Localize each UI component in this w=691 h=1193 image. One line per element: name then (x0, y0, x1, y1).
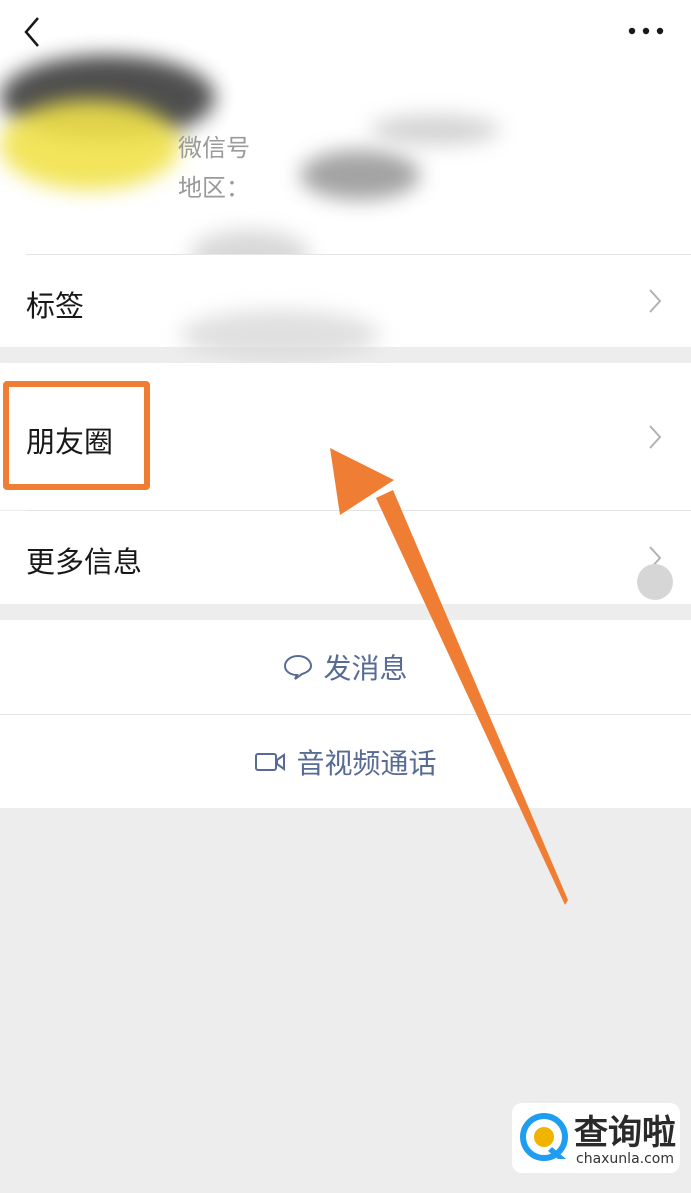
watermark: 查询啦 chaxunla.com (512, 1103, 680, 1173)
watermark-title: 查询啦 (574, 1113, 676, 1153)
watermark-url: chaxunla.com (576, 1151, 674, 1167)
annotation-arrow (330, 448, 568, 905)
search-logo-icon (520, 1113, 568, 1161)
